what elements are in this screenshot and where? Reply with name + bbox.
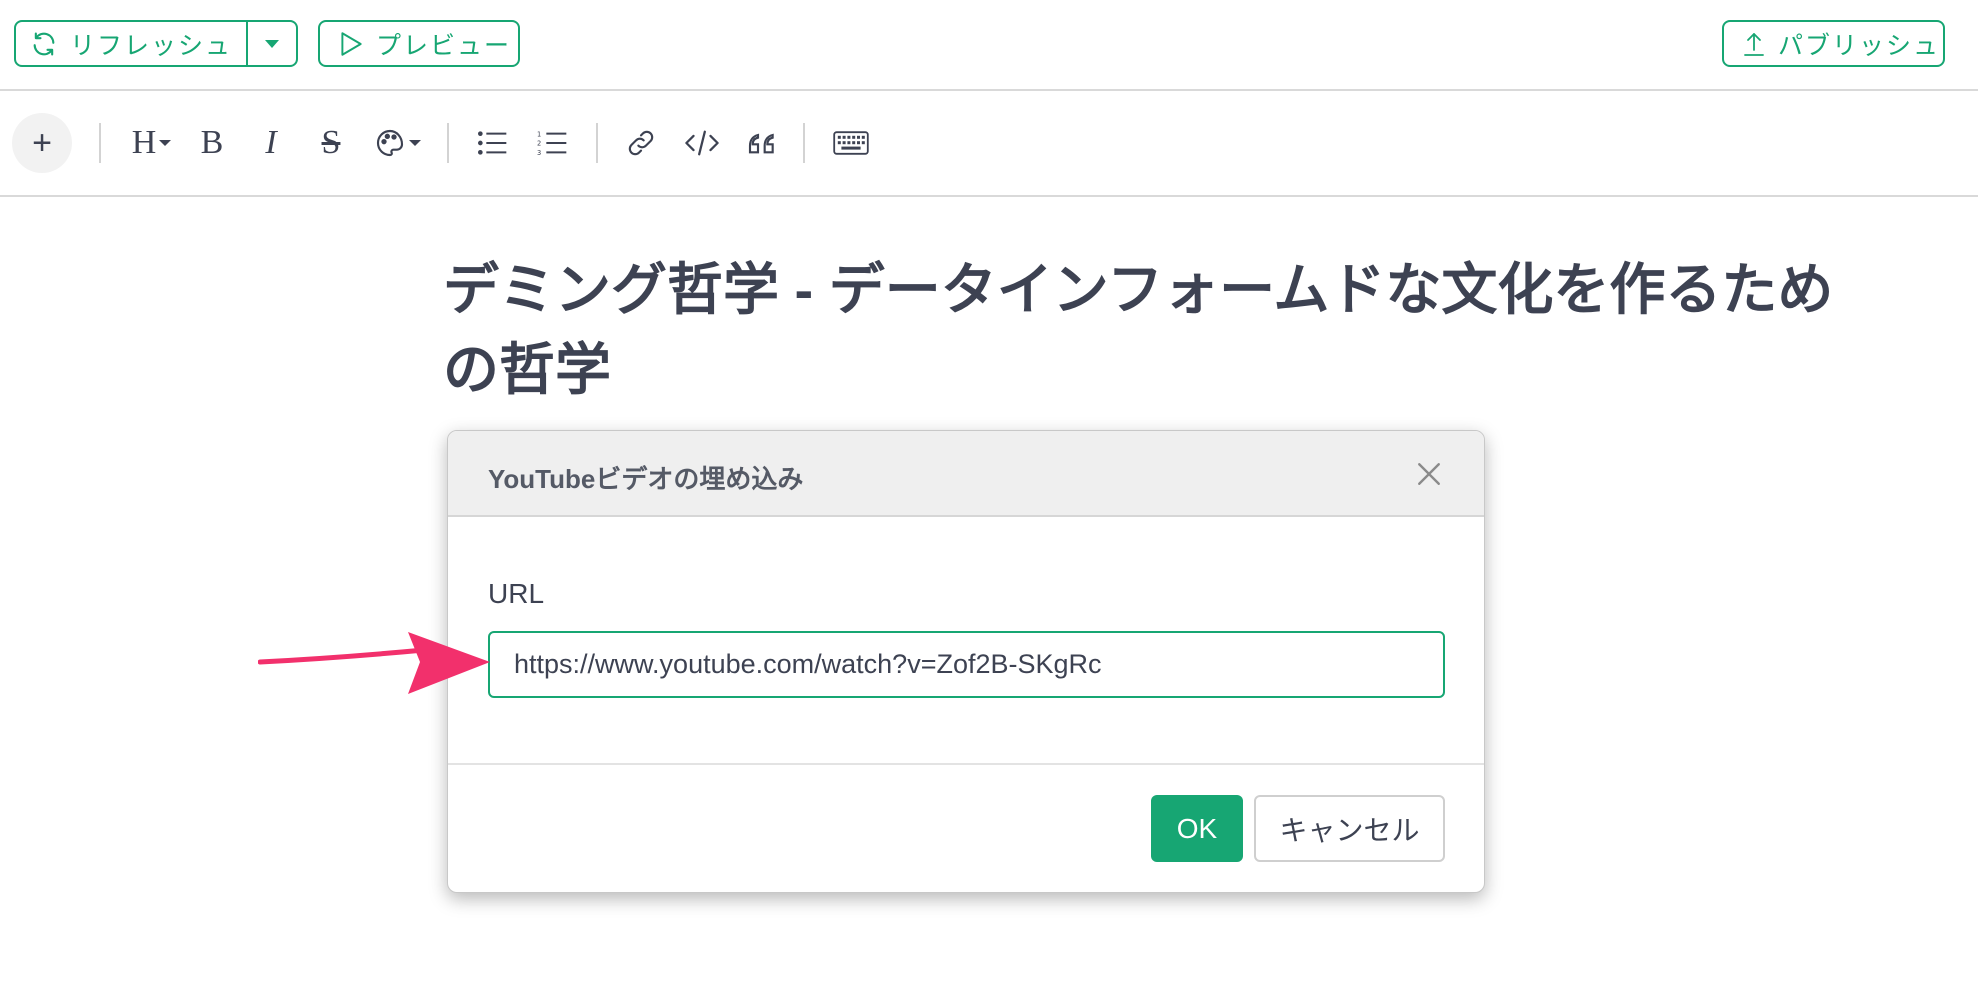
format-toolbar: + H B I S 1 2 3 — [0, 93, 1978, 197]
top-bar: リフレッシュ プレビュー パブリッシュ — [0, 0, 1978, 91]
caret-down-icon — [265, 39, 279, 48]
play-icon — [341, 31, 362, 56]
strikethrough-button[interactable]: S — [305, 117, 357, 169]
svg-text:1: 1 — [537, 130, 541, 138]
numbered-list-button[interactable]: 1 2 3 — [527, 117, 579, 169]
dialog-title: YouTubeビデオの埋め込み — [488, 464, 804, 494]
preview-button[interactable]: プレビュー — [318, 20, 520, 67]
toolbar-divider — [803, 123, 805, 163]
url-input[interactable] — [488, 631, 1445, 698]
publish-label: パブリッシュ — [1778, 31, 1941, 60]
color-button[interactable] — [368, 117, 428, 169]
heading-icon: H — [131, 124, 157, 161]
url-label: URL — [488, 578, 545, 609]
refresh-dropdown-toggle[interactable] — [248, 22, 296, 65]
refresh-label: リフレッシュ — [70, 31, 233, 60]
code-button[interactable] — [676, 117, 728, 169]
refresh-button-group: リフレッシュ — [14, 20, 298, 67]
heading-button[interactable]: H — [122, 117, 182, 169]
strikethrough-icon: S — [321, 124, 341, 161]
bold-button[interactable]: B — [186, 117, 238, 169]
caret-down-icon — [159, 140, 172, 146]
link-button[interactable] — [615, 117, 667, 169]
ok-button[interactable]: OK — [1151, 795, 1243, 862]
preview-label: プレビュー — [376, 31, 512, 60]
refresh-icon — [33, 31, 55, 56]
dialog-header: YouTubeビデオの埋め込み — [448, 431, 1484, 517]
caret-down-icon — [409, 140, 421, 146]
svg-text:2: 2 — [537, 140, 541, 148]
close-button[interactable] — [1414, 459, 1444, 489]
quote-button[interactable] — [736, 117, 788, 169]
toolbar-divider — [596, 123, 598, 163]
bullet-list-button[interactable] — [467, 117, 519, 169]
annotation-arrow-icon — [258, 632, 490, 694]
add-block-button[interactable]: + — [12, 113, 72, 173]
svg-text:3: 3 — [537, 149, 541, 157]
youtube-embed-dialog: YouTubeビデオの埋め込み URL OK キャンセル — [447, 430, 1485, 893]
italic-icon: I — [265, 124, 277, 161]
palette-icon — [376, 129, 404, 157]
publish-button[interactable]: パブリッシュ — [1722, 20, 1945, 67]
toolbar-divider — [447, 123, 449, 163]
bullet-list-icon — [478, 131, 507, 155]
cancel-button[interactable]: キャンセル — [1254, 795, 1445, 862]
quote-icon — [748, 133, 774, 154]
document-title[interactable]: デミング哲学 - データインフォームドな文化を作るための哲学 — [443, 250, 1843, 410]
link-icon — [628, 130, 654, 156]
italic-button[interactable]: I — [245, 117, 297, 169]
upload-icon — [1744, 32, 1764, 56]
close-icon — [1418, 463, 1440, 485]
keyboard-icon — [833, 131, 869, 155]
keyboard-shortcuts-button[interactable] — [823, 117, 879, 169]
dialog-footer-divider — [448, 763, 1484, 765]
toolbar-divider — [99, 123, 101, 163]
numbered-list-icon: 1 2 3 — [537, 130, 567, 157]
refresh-button[interactable]: リフレッシュ — [16, 22, 248, 65]
bold-icon: B — [200, 124, 224, 161]
code-icon — [685, 130, 719, 156]
